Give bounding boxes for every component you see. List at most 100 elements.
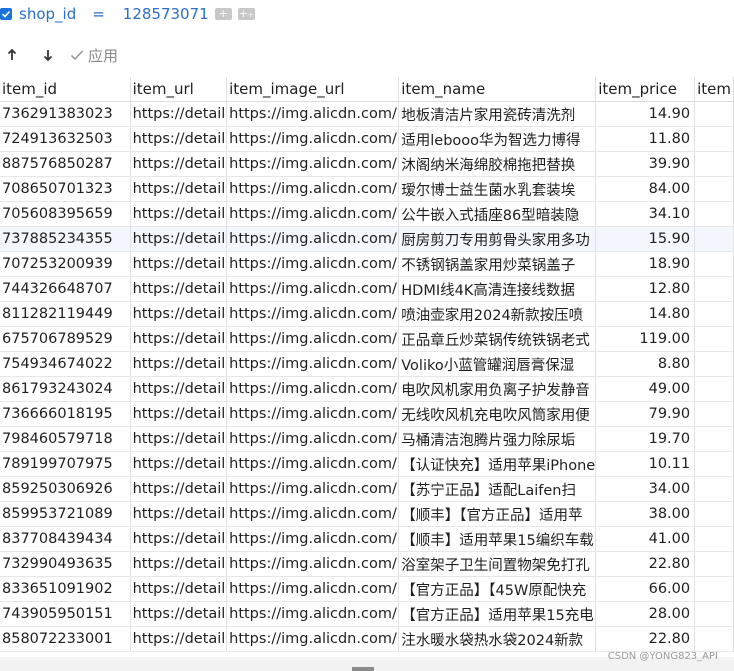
move-down-button[interactable] [40, 47, 56, 63]
cell-item-price[interactable]: 66.00 [595, 576, 696, 602]
cell-item-more[interactable] [694, 576, 734, 602]
cell-item-url[interactable]: https://detail [130, 251, 228, 277]
cell-item-price[interactable]: 15.90 [595, 226, 696, 252]
move-up-button[interactable] [4, 47, 20, 63]
table-row[interactable]: 736666018195 https://detail https://img.al… [0, 401, 734, 427]
cell-item-image-url[interactable]: https://img.alicdn.com/ [226, 151, 400, 177]
table-row[interactable]: 736291383023 https://detail https://img.al… [0, 101, 734, 127]
cell-item-image-url[interactable]: https://img.alicdn.com/ [226, 101, 400, 127]
cell-item-id[interactable]: 789199707975 [0, 451, 131, 477]
cell-item-image-url[interactable]: https://img.alicdn.com/ [226, 226, 400, 252]
cell-item-more[interactable] [694, 326, 734, 352]
cell-item-name[interactable]: Voliko小蓝管罐润唇膏保湿 [398, 351, 597, 377]
cell-item-image-url[interactable]: https://img.alicdn.com/ [226, 451, 400, 477]
cell-item-more[interactable] [694, 451, 734, 477]
filter-value[interactable]: 128573071 [123, 5, 209, 23]
cell-item-more[interactable] [694, 626, 734, 652]
cell-item-id[interactable]: 887576850287 [0, 151, 131, 177]
cell-item-more[interactable] [694, 201, 734, 227]
cell-item-id[interactable]: 858072233001 [0, 626, 131, 652]
cell-item-name[interactable]: HDMI线4K高清连接线数据 [398, 276, 597, 302]
filter-enabled-checkbox[interactable] [0, 8, 12, 20]
table-row[interactable]: 724913632503 https://detail https://img.al… [0, 126, 734, 152]
cell-item-id[interactable]: 743905950151 [0, 601, 131, 627]
cell-item-url[interactable]: https://detail [130, 176, 228, 202]
cell-item-url[interactable]: https://detail [130, 401, 228, 427]
table-row[interactable]: 837708439434 https://detail https://img.al… [0, 526, 734, 552]
cell-item-name[interactable]: 适用lebooo华为智选力博得 [398, 126, 597, 152]
cell-item-id[interactable]: 833651091902 [0, 576, 131, 602]
cell-item-more[interactable] [694, 151, 734, 177]
cell-item-image-url[interactable]: https://img.alicdn.com/ [226, 251, 400, 277]
cell-item-price[interactable]: 19.70 [595, 426, 696, 452]
cell-item-name[interactable]: 浴室架子卫生间置物架免打孔 [398, 551, 597, 577]
cell-item-id[interactable]: 732990493635 [0, 551, 131, 577]
cell-item-price[interactable]: 28.00 [595, 601, 696, 627]
column-header-item-id[interactable]: item_id [0, 77, 131, 102]
cell-item-name[interactable]: 【苏宁正品】适配Laifen扫 [398, 476, 597, 502]
table-row[interactable]: 754934674022 https://detail https://img.al… [0, 351, 734, 377]
cell-item-price[interactable]: 14.90 [595, 101, 696, 127]
cell-item-price[interactable]: 119.00 [595, 326, 696, 352]
cell-item-price[interactable]: 39.90 [595, 151, 696, 177]
table-row[interactable]: 743905950151 https://detail https://img.al… [0, 601, 734, 627]
cell-item-url[interactable]: https://detail [130, 101, 228, 127]
cell-item-name[interactable]: 无线吹风机充电吹风筒家用便 [398, 401, 597, 427]
cell-item-more[interactable] [694, 351, 734, 377]
cell-item-name[interactable]: 电吹风机家用负离子护发静音 [398, 376, 597, 402]
cell-item-image-url[interactable]: https://img.alicdn.com/ [226, 501, 400, 527]
cell-item-url[interactable]: https://detail [130, 451, 228, 477]
table-row[interactable]: 675706789529 https://detail https://img.al… [0, 326, 734, 352]
cell-item-name[interactable]: 厨房剪刀专用剪骨头家用多功 [398, 226, 597, 252]
cell-item-url[interactable]: https://detail [130, 351, 228, 377]
cell-item-id[interactable]: 811282119449 [0, 301, 131, 327]
cell-item-id[interactable]: 705608395659 [0, 201, 131, 227]
table-row[interactable]: 737885234355 https://detail https://img.al… [0, 226, 734, 252]
cell-item-price[interactable]: 12.80 [595, 276, 696, 302]
table-row[interactable]: 708650701323 https://detail https://img.al… [0, 176, 734, 202]
cell-item-more[interactable] [694, 501, 734, 527]
cell-item-name[interactable]: 【官方正品】适用苹果15充电 [398, 601, 597, 627]
cell-item-price[interactable]: 8.80 [595, 351, 696, 377]
cell-item-url[interactable]: https://detail [130, 576, 228, 602]
cell-item-price[interactable]: 79.90 [595, 401, 696, 427]
cell-item-price[interactable]: 34.10 [595, 201, 696, 227]
table-row[interactable]: 833651091902 https://detail https://img.al… [0, 576, 734, 602]
cell-item-id[interactable]: 675706789529 [0, 326, 131, 352]
table-row[interactable]: 859953721089 https://detail https://img.al… [0, 501, 734, 527]
cell-item-url[interactable]: https://detail [130, 201, 228, 227]
table-row[interactable]: 859250306926 https://detail https://img.al… [0, 476, 734, 502]
cell-item-image-url[interactable]: https://img.alicdn.com/ [226, 526, 400, 552]
table-row[interactable]: 789199707975 https://detail https://img.al… [0, 451, 734, 477]
cell-item-id[interactable]: 724913632503 [0, 126, 131, 152]
cell-item-name[interactable]: 【顺丰】适用苹果15编织车载 [398, 526, 597, 552]
cell-item-image-url[interactable]: https://img.alicdn.com/ [226, 176, 400, 202]
cell-item-name[interactable]: 正品章丘炒菜锅传统铁锅老式 [398, 326, 597, 352]
cell-item-url[interactable]: https://detail [130, 601, 228, 627]
cell-item-image-url[interactable]: https://img.alicdn.com/ [226, 551, 400, 577]
cell-item-price[interactable]: 49.00 [595, 376, 696, 402]
cell-item-more[interactable] [694, 601, 734, 627]
cell-item-more[interactable] [694, 426, 734, 452]
column-header-item-name[interactable]: item_name [398, 77, 597, 102]
column-header-item-price[interactable]: item_price [595, 77, 696, 102]
cell-item-url[interactable]: https://detail [130, 276, 228, 302]
cell-item-more[interactable] [694, 301, 734, 327]
cell-item-id[interactable]: 736291383023 [0, 101, 131, 127]
cell-item-name[interactable]: 瑷尔博士益生菌水乳套装埃 [398, 176, 597, 202]
cell-item-id[interactable]: 707253200939 [0, 251, 131, 277]
column-header-item-url[interactable]: item_url [130, 77, 228, 102]
cell-item-id[interactable]: 859953721089 [0, 501, 131, 527]
cell-item-name[interactable]: 马桶清洁泡腾片强力除尿垢 [398, 426, 597, 452]
cell-item-url[interactable]: https://detail [130, 526, 228, 552]
cell-item-name[interactable]: 不锈钢锅盖家用炒菜锅盖子 [398, 251, 597, 277]
cell-item-url[interactable]: https://detail [130, 476, 228, 502]
cell-item-more[interactable] [694, 126, 734, 152]
cell-item-url[interactable]: https://detail [130, 301, 228, 327]
table-row[interactable]: 811282119449 https://detail https://img.al… [0, 301, 734, 327]
cell-item-url[interactable]: https://detail [130, 626, 228, 652]
cell-item-image-url[interactable]: https://img.alicdn.com/ [226, 301, 400, 327]
cell-item-image-url[interactable]: https://img.alicdn.com/ [226, 576, 400, 602]
cell-item-name[interactable]: 沐阁纳米海绵胶棉拖把替换 [398, 151, 597, 177]
cell-item-name[interactable]: 喷油壶家用2024新款按压喷 [398, 301, 597, 327]
